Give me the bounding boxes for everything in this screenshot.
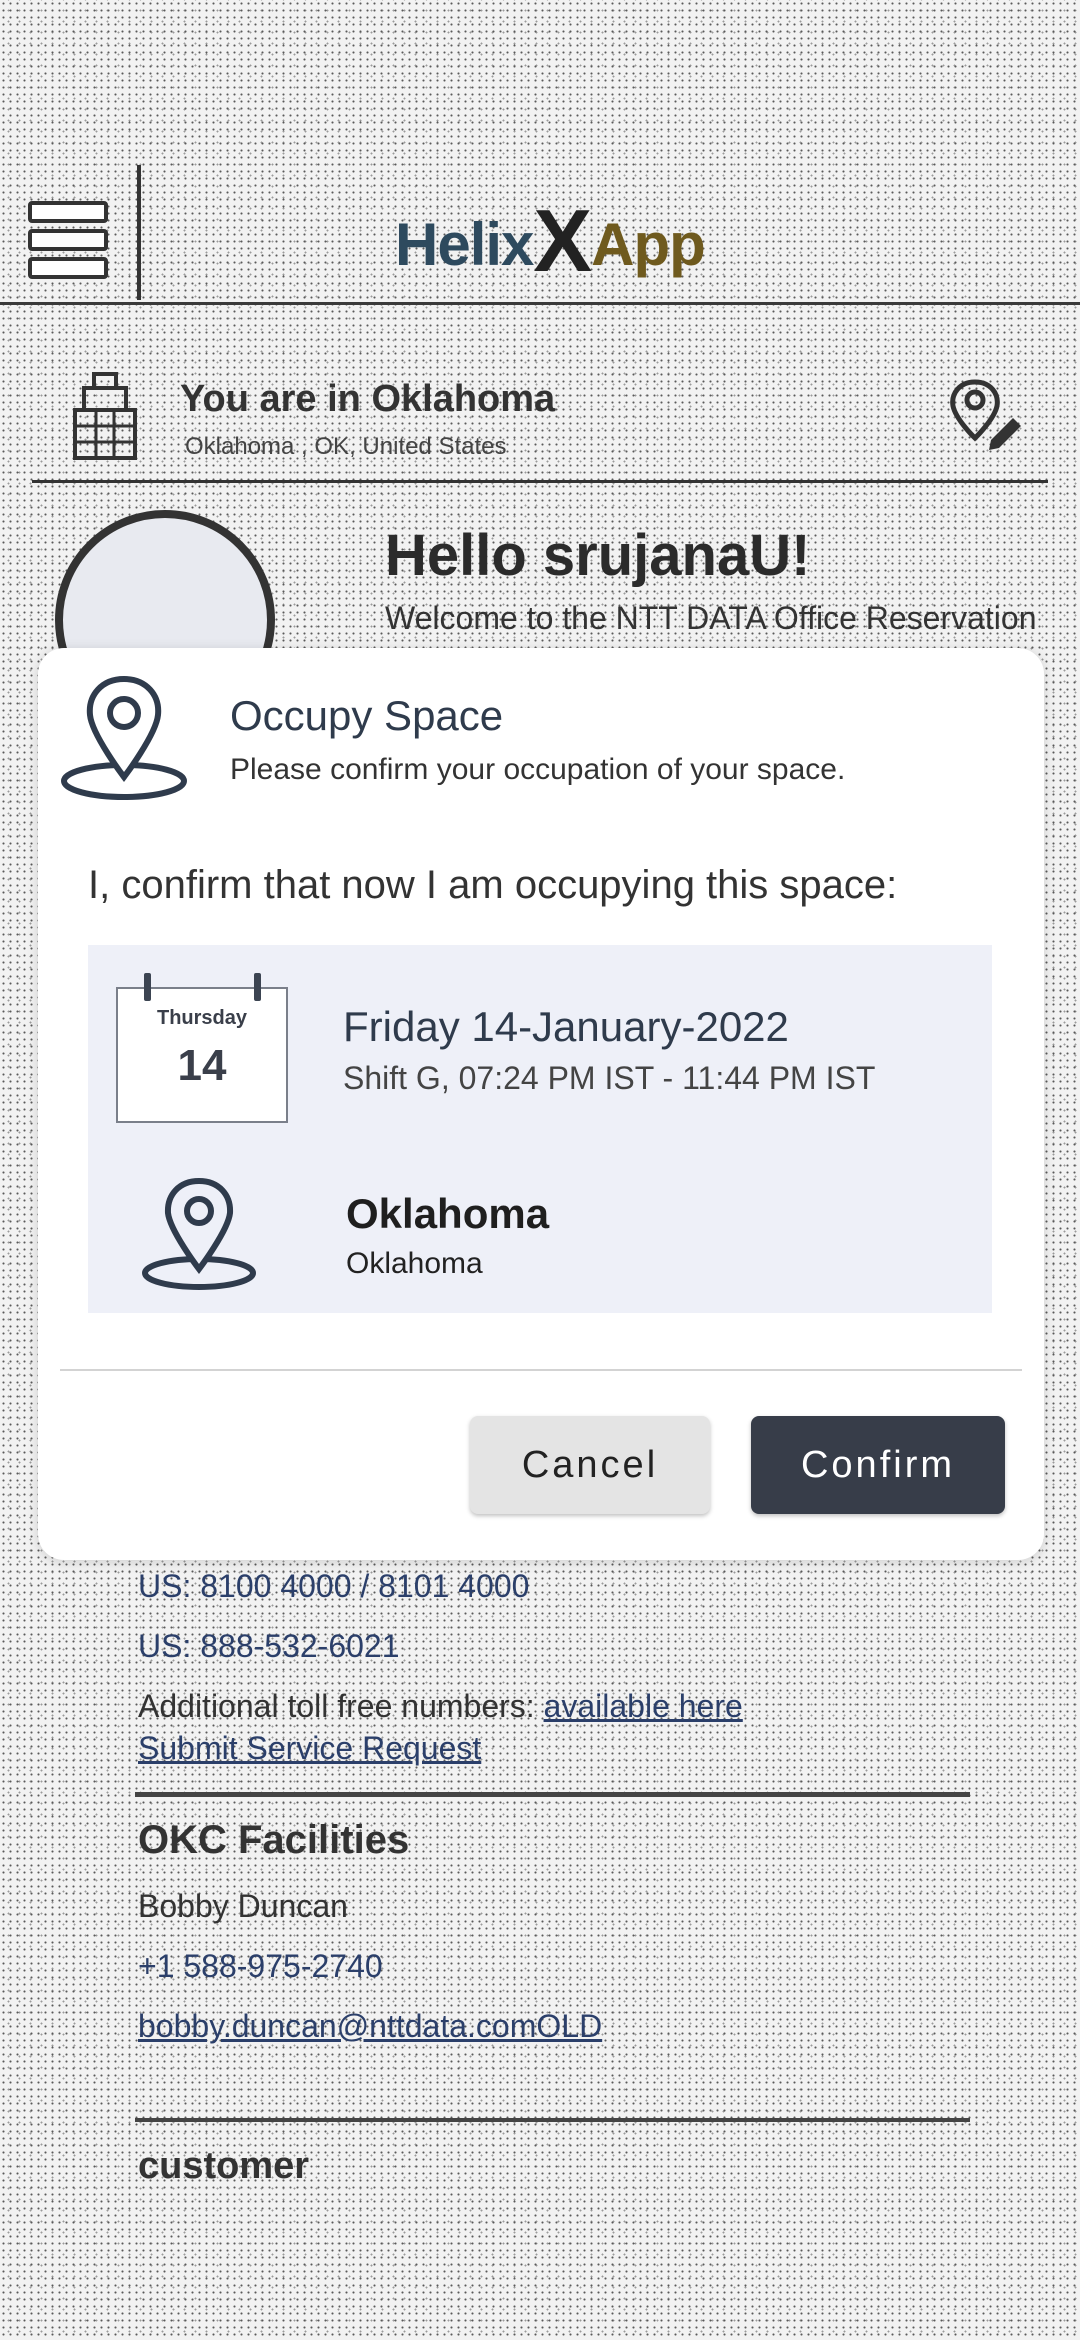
tollfree-link[interactable]: available here (544, 1688, 743, 1724)
place-pin-icon (142, 1177, 256, 1290)
dialog-divider (60, 1369, 1022, 1371)
phone-line-1[interactable]: US: 8100 4000 / 8101 4000 (138, 1568, 529, 1605)
tollfree-line: Additional toll free numbers: available … (138, 1688, 743, 1725)
greeting-welcome: Welcome to the NTT DATA Office Reservati… (385, 600, 1037, 636)
building-icon (73, 372, 137, 460)
location-title: You are in Oklahoma (180, 378, 556, 420)
facilities-title: OKC Facilities (138, 1818, 410, 1862)
facilities-name: Bobby Duncan (138, 1888, 348, 1924)
facilities-phone[interactable]: +1 588-975-2740 (138, 1948, 383, 1985)
calendar-day-number: 14 (177, 1041, 227, 1090)
app-title-part1: Helix (395, 211, 534, 278)
submit-service-request-link[interactable]: Submit Service Request (138, 1730, 481, 1767)
phone-line-2[interactable]: US: 888-532-6021 (138, 1628, 400, 1665)
reservation-date: Friday 14-January-2022 (343, 1003, 789, 1050)
location-subtitle: Oklahoma , OK, United States (185, 433, 507, 460)
section-divider (135, 2118, 970, 2122)
greeting-hello: Hello srujanaU! (385, 523, 811, 588)
app-title: HelixXApp (395, 190, 706, 292)
location-pin-icon (61, 675, 187, 800)
facilities-email[interactable]: bobby.duncan@nttdata.comOLD (138, 2008, 602, 2045)
calendar-icon: Thursday 14 (116, 973, 288, 1123)
menu-icon[interactable] (28, 195, 108, 279)
edit-location-icon[interactable] (945, 378, 1025, 453)
place-subtitle: Oklahoma (346, 1247, 483, 1280)
dialog-subtitle: Please confirm your occupation of your s… (230, 753, 846, 786)
customer-heading: customer (138, 2145, 310, 2187)
occupy-space-dialog: Occupy Space Please confirm your occupat… (38, 648, 1044, 1560)
dialog-title: Occupy Space (230, 692, 504, 739)
confirm-button[interactable]: Confirm (751, 1416, 1005, 1514)
reservation-info-card: Thursday 14 Friday 14-January-2022 Shift… (88, 945, 992, 1313)
section-divider (135, 1792, 970, 1797)
reservation-shift: Shift G, 07:24 PM IST - 11:44 PM IST (343, 1060, 876, 1096)
cancel-button[interactable]: Cancel (470, 1416, 710, 1514)
menu-divider (137, 165, 141, 300)
place-title: Oklahoma (346, 1190, 550, 1237)
calendar-day-name: Thursday (156, 1007, 248, 1029)
tollfree-text: Additional toll free numbers: (138, 1688, 544, 1724)
app-bar: HelixXApp (0, 0, 1080, 305)
confirm-statement: I, confirm that now I am occupying this … (88, 863, 898, 907)
app-title-x: X (533, 191, 592, 290)
app-title-part2: App (591, 211, 706, 278)
